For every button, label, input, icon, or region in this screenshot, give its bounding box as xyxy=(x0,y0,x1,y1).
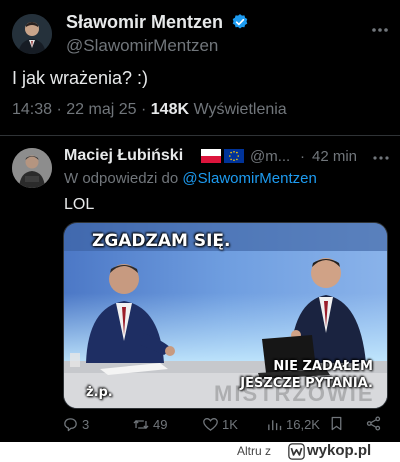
verified-badge-icon xyxy=(232,14,248,29)
tweet-meta: 14:38 · 22 maj 25 · 148K Wyświetlenia xyxy=(12,101,287,119)
wykop-watermark: Altru z wykop.pl xyxy=(0,442,400,462)
views-count: 16,2K xyxy=(286,416,320,432)
watermark-prefix: Altru z xyxy=(237,444,272,458)
reply-actions: 3 49 1K 16,2K xyxy=(62,414,392,434)
reply-handle[interactable]: @m... xyxy=(250,148,290,165)
reply-time[interactable]: 42 min xyxy=(312,148,357,165)
in-reply-label: W odpowiedzi do xyxy=(64,170,179,187)
bookmark-icon[interactable] xyxy=(328,415,345,432)
caption-top: ZGADZAM SIĘ. xyxy=(92,231,231,251)
watermark-site[interactable]: wykop.pl xyxy=(307,442,371,459)
like-count: 1K xyxy=(222,416,238,432)
meta-separator: · xyxy=(56,101,67,118)
like-button[interactable]: 1K xyxy=(202,414,238,434)
poland-flag-icon xyxy=(201,149,221,163)
in-reply-handle[interactable]: @SlawomirMentzen xyxy=(182,170,316,187)
eu-flag-icon xyxy=(224,149,244,163)
reply-avatar[interactable] xyxy=(12,148,52,188)
author-avatar[interactable] xyxy=(12,14,52,54)
reply-author-name[interactable]: Maciej Łubiński xyxy=(64,147,183,165)
like-icon xyxy=(203,417,218,431)
repost-count: 49 xyxy=(153,416,168,432)
reply-media[interactable]: MISTRZOWIE ZGADZAM SIĘ. NIE ZADAŁEM JESZ… xyxy=(63,222,388,409)
tweet-text: I jak wrażenia? :) xyxy=(12,68,149,88)
views-count: 148K xyxy=(150,101,190,118)
author-handle[interactable]: @SlawomirMentzen xyxy=(66,36,218,56)
author-name[interactable]: Sławomir Mentzen xyxy=(66,12,223,33)
reply-button[interactable]: 3 xyxy=(62,414,89,434)
more-icon[interactable] xyxy=(370,20,390,40)
repost-button[interactable]: 49 xyxy=(132,414,167,434)
views-button[interactable]: 16,2K xyxy=(266,414,320,434)
reply-separator: · xyxy=(300,148,305,165)
meta-separator: · xyxy=(141,101,151,118)
tweet-time[interactable]: 14:38 xyxy=(12,101,52,118)
divider xyxy=(0,135,400,136)
wykop-logo-icon xyxy=(288,443,305,460)
caption-bottom-line1: NIE ZADAŁEM xyxy=(273,359,373,374)
in-reply-to: W odpowiedzi do @SlawomirMentzen xyxy=(64,170,317,187)
repost-icon xyxy=(133,419,149,429)
views-label: Wyświetlenia xyxy=(193,101,287,118)
share-icon[interactable] xyxy=(365,415,382,432)
caption-corner: ż.p. xyxy=(86,385,113,400)
caption-bottom-line2: JESZCZE PYTANIA. xyxy=(240,376,373,391)
tweet-date[interactable]: 22 maj 25 xyxy=(66,101,136,118)
tweet-screen: Sławomir Mentzen @SlawomirMentzen I jak … xyxy=(0,0,400,442)
more-icon[interactable] xyxy=(372,151,390,165)
reply-text: LOL xyxy=(64,196,95,213)
reply-icon xyxy=(64,417,77,431)
reply-count: 3 xyxy=(82,416,90,432)
views-icon xyxy=(268,419,282,430)
